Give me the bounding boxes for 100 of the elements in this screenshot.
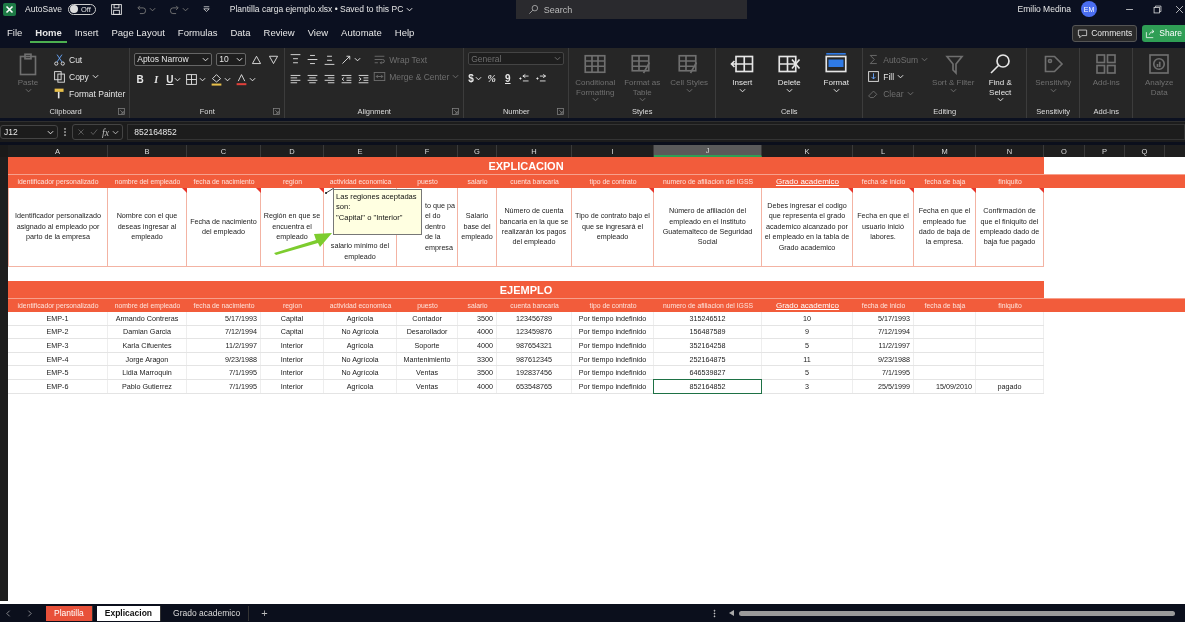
file-title[interactable]: Plantilla carga ejemplo.xlsx • Saved to this PC [229, 4, 512, 14]
italic-button[interactable]: I [150, 72, 163, 86]
align-left-icon [289, 72, 303, 86]
tool-button[interactable] [185, 72, 207, 86]
annotation-arrow [274, 231, 332, 255]
tool-button[interactable] [289, 72, 303, 86]
indent-decrease-icon [340, 72, 354, 86]
wrap-icon [373, 53, 387, 66]
currency-button[interactable]: $ [468, 71, 482, 85]
search-field[interactable]: Search [515, 0, 747, 19]
menu-tab[interactable]: Home [30, 23, 67, 43]
ribbon-button[interactable]: Format [814, 52, 859, 93]
sheet-tab[interactable]: Plantilla [46, 605, 93, 621]
tool-button[interactable] [517, 71, 531, 85]
ribbon-button[interactable]: Fill [867, 70, 929, 83]
caret-icon [554, 56, 562, 61]
autosave-label: AutoSave [25, 4, 62, 14]
decimal-decrease-icon [534, 71, 548, 85]
caret-icon [112, 129, 120, 135]
chart-icon [1147, 52, 1172, 76]
tool-button[interactable] [357, 72, 371, 86]
comments-button[interactable]: Comments [1072, 24, 1138, 42]
align-right-icon [323, 72, 337, 86]
horizontal-scrollbar[interactable] [739, 610, 1175, 616]
border-grid-icon [185, 72, 199, 86]
caret-icon [199, 76, 207, 82]
menu-tab[interactable]: Review [258, 23, 300, 43]
menu-tab[interactable]: View [302, 23, 334, 43]
caret-icon [236, 56, 244, 62]
table-title: EJEMPLO [8, 281, 1044, 298]
tool-button[interactable] [210, 72, 232, 86]
comma-style-button[interactable]: 9 [501, 71, 514, 85]
ribbon-button[interactable]: Delete [767, 52, 812, 93]
customize-icon [200, 3, 212, 15]
launcher-icon[interactable] [452, 108, 460, 115]
tool-button[interactable] [306, 52, 320, 66]
ribbon-button[interactable]: Cut [53, 53, 126, 66]
chevron-right-icon [25, 608, 34, 618]
redo-icon [167, 2, 181, 16]
menu-tab[interactable]: Formulas [172, 23, 223, 43]
caret-icon [638, 97, 646, 103]
fill-down-icon [867, 70, 881, 83]
sheet-tab[interactable]: Explicacion [96, 605, 162, 621]
undo-icon [134, 2, 148, 16]
copy-icon [53, 70, 66, 83]
caret-icon [591, 97, 599, 103]
percent-button[interactable]: % [485, 71, 498, 85]
underline-button[interactable]: U [166, 72, 182, 86]
menu-tab[interactable]: Insert [69, 23, 104, 43]
launcher-icon[interactable] [273, 108, 281, 115]
dropdown-field[interactable]: Aptos Narrow [134, 52, 213, 66]
ribbon-button[interactable]: Copy [53, 70, 126, 83]
dropdown-field[interactable]: 10 [216, 52, 247, 66]
tool-button[interactable] [340, 72, 354, 86]
caret-icon [949, 87, 957, 93]
sheet-tab[interactable]: Grado academico [165, 605, 250, 621]
tool-button[interactable] [235, 72, 257, 86]
fill-bucket-icon [210, 72, 224, 86]
caret-icon [354, 56, 362, 62]
insert-function-button[interactable]: fx [102, 126, 110, 138]
tool-button[interactable] [534, 71, 548, 85]
caret-icon [906, 91, 914, 96]
ribbon-button[interactable]: Find & Select [978, 52, 1023, 103]
caret-icon [785, 87, 793, 93]
ribbon-button[interactable]: Format Painter [53, 87, 126, 100]
launcher-icon[interactable] [557, 108, 565, 115]
caret-icon [921, 57, 929, 62]
add-sheet-button[interactable]: + [261, 607, 268, 619]
caret-icon [181, 6, 189, 12]
menu-tab[interactable]: File [2, 23, 28, 43]
formula-field[interactable]: 852164852 [127, 124, 1185, 140]
decimal-increase-icon [517, 71, 531, 85]
brush-icon [53, 87, 66, 100]
menu-tab[interactable]: Automate [336, 23, 387, 43]
ribbon-button[interactable]: Insert [720, 52, 765, 93]
caret-icon [452, 74, 460, 79]
align-center-icon [306, 72, 320, 86]
caret-icon [474, 75, 482, 81]
user-name: Emilio Medina [1017, 4, 1071, 14]
tool-button[interactable] [323, 72, 337, 86]
bold-button[interactable]: B [134, 72, 147, 86]
caret-icon [148, 6, 156, 12]
column-label: Grado academico [774, 176, 841, 188]
align-middle-icon [306, 52, 320, 66]
indent-increase-icon [357, 72, 371, 86]
menu-tab[interactable]: Help [389, 23, 420, 43]
menu-tab[interactable]: Page Layout [106, 23, 170, 43]
menu-tab[interactable]: Data [225, 23, 256, 43]
caret-icon [996, 97, 1004, 103]
caret-icon [685, 87, 693, 93]
name-box[interactable]: J12 [0, 125, 58, 139]
tool-button[interactable] [289, 52, 303, 66]
caret-icon [24, 87, 32, 93]
share-icon [1145, 27, 1157, 39]
scroll-left-icon[interactable] [729, 610, 735, 616]
launcher-icon[interactable] [118, 108, 126, 115]
caret-icon [249, 76, 257, 82]
search-icon [988, 52, 1013, 76]
tool-button[interactable] [306, 72, 320, 86]
spreadsheet-logo-icon[interactable] [3, 2, 16, 16]
